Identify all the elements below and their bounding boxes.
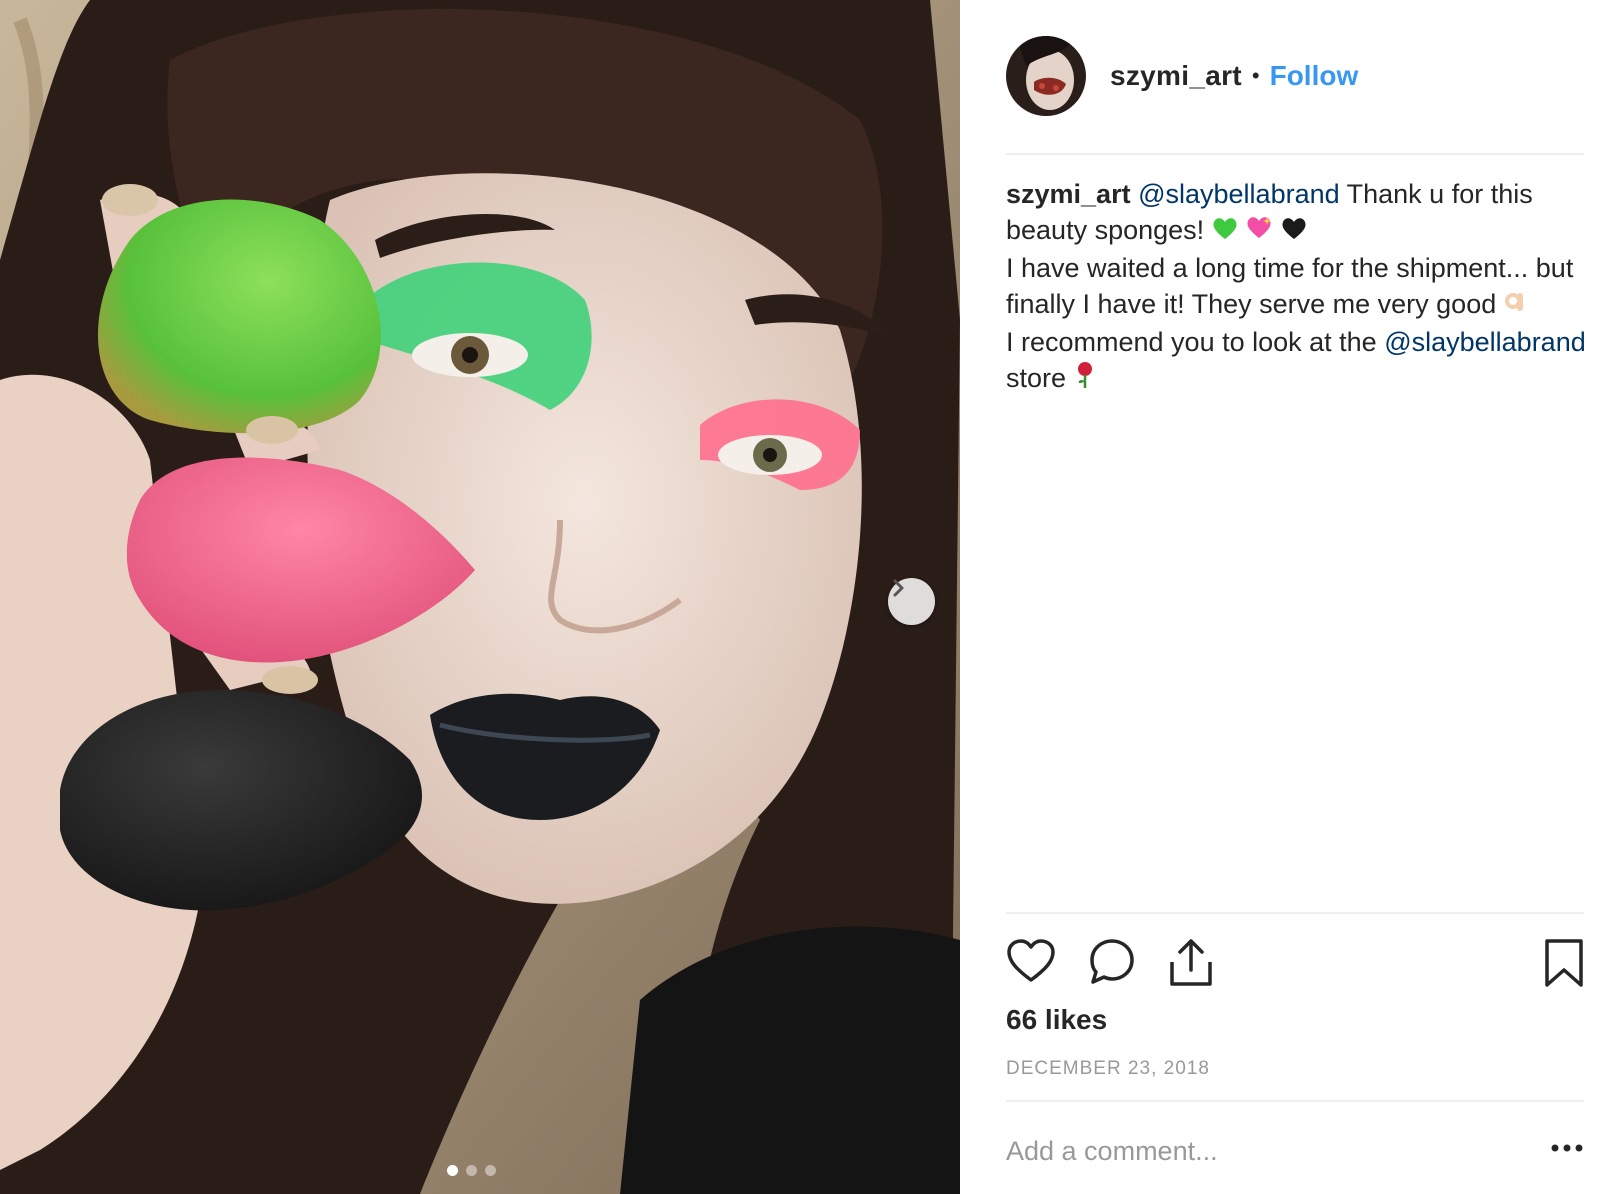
carousel-dot (485, 1165, 496, 1176)
bookmark-icon (1545, 939, 1583, 987)
post-actions-bar (1006, 938, 1584, 992)
sparkling-heart-icon (1245, 214, 1273, 250)
carousel-next-button[interactable] (888, 578, 935, 625)
divider (1006, 153, 1584, 155)
heart-icon (1007, 939, 1055, 982)
avatar-image (1006, 36, 1086, 116)
header-separator: • (1251, 63, 1260, 88)
carousel-indicator (447, 1165, 496, 1176)
post-author-username[interactable]: szymi_art (1110, 60, 1242, 92)
follow-button[interactable]: Follow (1270, 60, 1359, 92)
comment-icon (1090, 939, 1134, 984)
avatar[interactable] (1006, 36, 1086, 116)
post-photo[interactable] (0, 0, 960, 1194)
photo-illustration (0, 0, 960, 1194)
share-icon (1170, 939, 1212, 986)
black-heart-icon (1281, 214, 1307, 250)
save-button[interactable] (1544, 938, 1584, 993)
comment-button[interactable] (1088, 938, 1136, 991)
caption-username[interactable]: szymi_art (1006, 179, 1131, 209)
post-caption: szymi_art @slaybellabrand Thank u for th… (1006, 176, 1586, 398)
caption-text: I have waited a long time for the shipme… (1006, 252, 1574, 319)
carousel-dot (447, 1165, 458, 1176)
caption-mention-link[interactable]: @slaybellabrand (1138, 179, 1340, 209)
green-heart-icon (1212, 214, 1238, 250)
post-details-panel: szymi_art • Follow szymi_art @slaybellab… (960, 0, 1618, 1194)
more-options-button[interactable] (1550, 1140, 1584, 1158)
chevron-right-icon (893, 579, 904, 597)
ok-hand-icon (1504, 288, 1528, 324)
more-options-icon (1551, 1144, 1583, 1152)
caption-text: I recommend you to look at the (1006, 326, 1385, 357)
like-button[interactable] (1006, 938, 1056, 989)
rose-icon (1074, 361, 1096, 398)
post-date: DECEMBER 23, 2018 (1006, 1058, 1210, 1079)
caption-text: store (1006, 362, 1074, 393)
comment-input[interactable] (1006, 1128, 1506, 1174)
post-header: szymi_art • Follow (1006, 36, 1358, 116)
likes-count[interactable]: 66 likes (1006, 1004, 1107, 1036)
caption-mention-link[interactable]: @slaybellabrand (1384, 327, 1586, 357)
divider (1006, 912, 1584, 914)
divider (1006, 1100, 1584, 1102)
carousel-dot (466, 1165, 477, 1176)
share-button[interactable] (1168, 938, 1214, 993)
